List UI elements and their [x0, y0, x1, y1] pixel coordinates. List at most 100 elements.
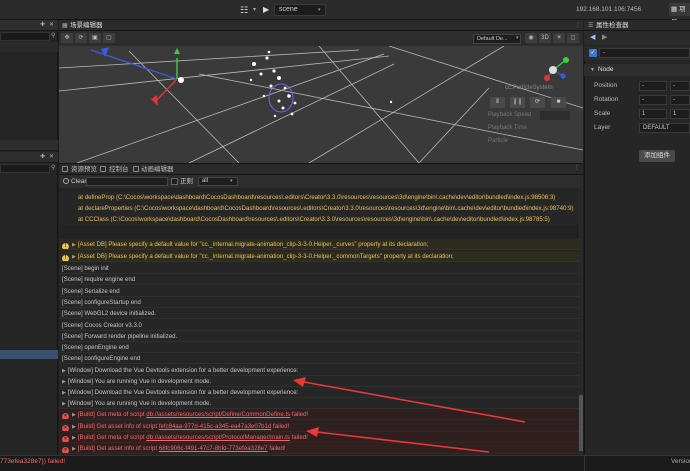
scale-tool-button[interactable]: ▣ [89, 33, 101, 43]
playback-speed-input[interactable] [540, 111, 570, 120]
particle-restart-button[interactable]: ⟳ [530, 97, 545, 108]
status-error-text[interactable]: 773efea328e7}) failed! [0, 457, 65, 467]
expand-arrow-icon[interactable]: ▶ [72, 252, 76, 261]
chevron-down-icon: ▾ [516, 35, 519, 41]
status-divider [584, 455, 585, 471]
back-arrow-icon[interactable]: ◀ [590, 33, 595, 43]
particle-pause-button[interactable]: ❙❙ [510, 97, 525, 108]
playback-speed-label: Playback Speed [488, 112, 532, 118]
search-icon[interactable]: ⚲ [51, 163, 55, 174]
log-text: [Asset DB] Please specify a default valu… [77, 253, 454, 260]
inspector-icon: ☰ [588, 23, 594, 29]
search-icon[interactable]: ⚲ [51, 31, 55, 42]
layer-select[interactable]: DEFAULT [639, 123, 690, 133]
log-row[interactable]: [Scene] Serialize end [59, 286, 579, 298]
scale-y-input[interactable]: 1 [670, 109, 690, 119]
status-bar [0, 455, 690, 471]
scale-label: Scale [594, 110, 611, 117]
log-row[interactable]: [Scene] configureStartup end [59, 297, 579, 309]
tab-asset-preview[interactable]: 资源预览 [71, 165, 97, 174]
particle-play-button[interactable]: Ⅱ [490, 97, 505, 108]
tab-scene-editor[interactable]: 场景编辑器 [70, 21, 103, 31]
layer-label: Layer [594, 124, 611, 131]
position-label: Position [594, 82, 618, 89]
close-icon[interactable]: ✕ [49, 20, 54, 31]
warning-icon: ! [62, 255, 69, 262]
console-icon [100, 166, 106, 172]
hierarchy-search-input[interactable] [0, 32, 50, 41]
log-row[interactable]: [Scene] Cocos Creator v3.3.0 [59, 320, 579, 332]
stack-line: at CCClass (C:\Cocos\workspace\dashboard… [59, 214, 579, 226]
panel-menu-icon[interactable]: ⋮ [574, 164, 580, 171]
lighting-button[interactable]: ☀ [553, 33, 565, 43]
assets-toolbar: ✚ ✕ [0, 152, 58, 163]
particle-stop-button[interactable]: ■ [551, 97, 566, 108]
particle-overlay-title: cc.ParticleSystem [505, 85, 553, 91]
tab-inspector[interactable]: 属性检查器 [596, 21, 629, 31]
hierarchy-tabbar: ✚ ✕ [0, 20, 58, 31]
log-row-warning[interactable]: ! ▶ [Asset DB] Please specify a default va… [59, 251, 579, 263]
node-active-checkbox[interactable]: ✓ [589, 49, 597, 57]
hierarchy-row[interactable] [0, 42, 58, 52]
tab-console[interactable]: 控制台 [109, 165, 129, 174]
assets-search-input[interactable] [0, 164, 50, 173]
log-row[interactable]: [Scene] require engine end [59, 274, 579, 286]
add-component-button[interactable]: 添加组件 [639, 150, 675, 162]
scene-icon: ▦ [62, 23, 68, 29]
clear-button[interactable]: Clear [71, 177, 87, 186]
position-x-input[interactable]: - [639, 81, 667, 91]
asset-preview-icon [62, 166, 68, 172]
assets-tabbar [0, 140, 58, 151]
chevron-down-icon[interactable]: ▼ [590, 66, 595, 74]
rotate-tool-button[interactable]: ⟳ [75, 33, 87, 43]
log-row[interactable]: [Scene] Forward render pipeline initiali… [59, 331, 579, 343]
add-icon[interactable]: ✚ [40, 152, 45, 163]
node-name-input[interactable]: - [599, 48, 690, 58]
rotation-label: Rotation [594, 96, 619, 103]
forward-arrow-icon[interactable]: ▶ [602, 33, 607, 43]
panel-menu-icon[interactable]: ⋮ [575, 21, 581, 31]
chevron-down-icon[interactable]: ▾ [253, 5, 256, 15]
add-icon[interactable]: ✚ [40, 20, 45, 31]
log-row[interactable]: [Scene] begin init [59, 263, 579, 275]
inspector-nav [584, 31, 690, 45]
close-icon[interactable]: ✕ [49, 152, 54, 163]
position-y-input[interactable]: - [670, 81, 690, 91]
clear-icon[interactable] [63, 178, 69, 184]
rotation-x-input[interactable]: - [639, 95, 667, 105]
log-row[interactable]: [Scene] openEngine end [59, 342, 579, 354]
particle-count-label: Particle [488, 138, 509, 144]
asset-item-selected[interactable] [0, 350, 58, 359]
regex-checkbox[interactable] [171, 178, 178, 185]
version-label: Version [671, 458, 690, 465]
rotation-y-input[interactable]: - [670, 95, 690, 105]
console-filter-input[interactable] [86, 177, 168, 186]
scale-x-input[interactable]: 1 [639, 109, 667, 119]
move-tool-button[interactable]: ✥ [61, 33, 73, 43]
annotation-arrows [293, 377, 526, 453]
play-button[interactable]: ▶ [263, 5, 269, 15]
stack-line: at declareProperties (C:\Cocos\workspace… [59, 203, 579, 215]
preview-address[interactable]: 192.168.101.106:7456 [576, 5, 641, 15]
warning-icon: ! [62, 243, 69, 250]
left-sidebar: ✚ ✕ ⚲ ✚ ✕ ⚲ [0, 20, 58, 462]
expand-arrow-icon[interactable]: ▶ [72, 240, 76, 249]
node-section-label: Node [598, 66, 614, 73]
tab-animation-editor[interactable]: 动画编辑器 [141, 165, 174, 174]
view-2d-3d-button[interactable]: 3D [539, 33, 551, 43]
log-row[interactable]: [Scene] configureEngine end [59, 353, 579, 365]
fullscreen-button[interactable]: ◻ [567, 33, 579, 43]
log-text: [Asset DB] Please specify a default valu… [77, 241, 429, 248]
gizmo-button[interactable]: ◉ [525, 33, 537, 43]
stack-line: at defineProp (C:\Cocos\workspace\dashbo… [59, 192, 579, 204]
regex-label: 正则 [180, 178, 193, 185]
project-button[interactable]: ▦ 项目 [669, 3, 690, 26]
gamepad-icon[interactable]: ☷ [240, 5, 254, 15]
rect-tool-button[interactable]: ▢ [103, 33, 115, 43]
log-row[interactable]: [Scene] WebGL2 device initialized. [59, 308, 579, 320]
log-row-warning[interactable]: ! ▶ [Asset DB] Please specify a default va… [59, 239, 579, 251]
camera-select[interactable]: Default De... [473, 34, 521, 44]
playback-time-label: Playback Time [488, 125, 528, 131]
chevron-down-icon: ▾ [230, 178, 233, 184]
animation-icon [133, 166, 139, 172]
